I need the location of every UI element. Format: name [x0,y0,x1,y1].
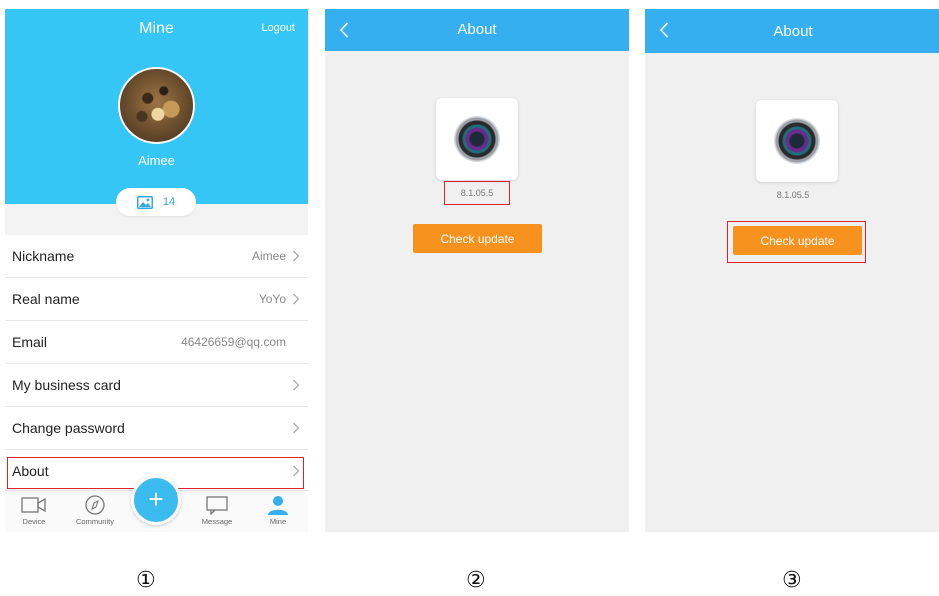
version-label: 8.1.05.5 [776,190,810,200]
mine-screen: Mine Logout Aimee 14 Nickname Aimee Real… [5,9,308,532]
step-label-3: ③ [782,568,802,593]
row-label: My business card [12,377,121,393]
chevron-right-icon [293,422,300,434]
check-update-button[interactable]: Check update [413,224,542,253]
check-update-highlight-box [727,221,866,263]
tab-message[interactable]: Message [192,495,242,526]
step-label-1: ① [136,568,156,593]
logout-button[interactable]: Logout [261,22,295,34]
version-highlight-box [444,181,510,205]
tab-label: Message [201,517,233,526]
photo-count: 14 [162,196,176,208]
about-screen-version: About 8.1.05.5 Check update [325,9,629,532]
business-card-row[interactable]: My business card [5,364,308,407]
image-icon [136,195,153,209]
camera-lens-icon [454,116,500,162]
app-logo [436,98,518,180]
top-bar: About [325,9,629,51]
app-logo [756,100,838,182]
settings-list: Nickname Aimee Real name YoYo Email 4642… [5,235,308,493]
tab-label: Mine [269,517,287,526]
message-icon [206,496,228,515]
row-label: Nickname [12,248,75,264]
avatar[interactable] [118,67,195,144]
top-bar: About [645,9,939,53]
chevron-right-icon [293,465,300,477]
row-value: Aimee [251,249,286,263]
row-label: Change password [12,420,125,436]
video-camera-icon [21,497,46,513]
profile-name: Aimee [138,153,175,168]
row-value: YoYo [258,292,286,306]
tab-mine[interactable]: Mine [253,495,303,526]
change-password-row[interactable]: Change password [5,407,308,450]
page-title: About [773,23,813,40]
photo-album-button[interactable]: 14 [116,188,196,216]
tab-device[interactable]: Device [9,495,59,526]
compass-icon [85,495,105,515]
email-row: Email 46426659@qq.com [5,321,308,364]
nickname-row[interactable]: Nickname Aimee [5,235,308,278]
about-screen-check-update: About 8.1.05.5 Check update [645,9,939,532]
real-name-row[interactable]: Real name YoYo [5,278,308,321]
profile-header: Mine Logout Aimee [5,9,308,204]
person-icon [268,496,288,515]
chevron-right-icon [293,293,300,305]
camera-lens-icon [774,118,820,164]
row-label: Email [12,334,48,350]
row-label: About [12,463,49,479]
tab-label: Community [76,517,114,526]
chevron-right-icon [293,379,300,391]
step-label-2: ② [466,568,486,593]
page-title: About [457,21,497,38]
add-button[interactable]: + [131,475,181,525]
row-value: 46426659@qq.com [181,335,286,349]
chevron-right-icon [293,250,300,262]
plus-icon: + [148,484,164,514]
tab-label: Device [22,517,46,526]
tab-community[interactable]: Community [70,495,120,526]
row-label: Real name [12,291,80,307]
